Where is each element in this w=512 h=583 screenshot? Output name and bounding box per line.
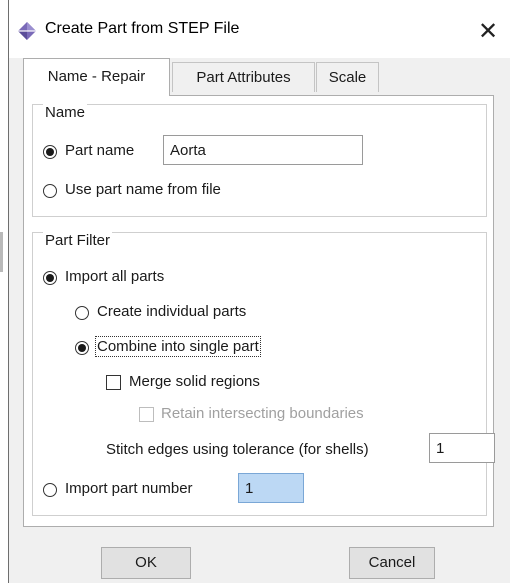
import-all-parts-radio[interactable] xyxy=(43,271,57,285)
background-edge-mark xyxy=(0,232,3,272)
abaqus-part-icon xyxy=(18,22,36,40)
retain-boundaries-checkbox[interactable] xyxy=(139,407,154,422)
combine-single-part-label: Combine into single part xyxy=(95,336,261,357)
import-part-number-label: Import part number xyxy=(65,480,193,497)
tab-part-attributes[interactable]: Part Attributes xyxy=(172,62,315,92)
retain-boundaries-label: Retain intersecting boundaries xyxy=(161,405,364,422)
stitch-edges-label: Stitch edges using tolerance (for shells… xyxy=(106,441,369,458)
combine-single-part-radio[interactable] xyxy=(75,341,89,355)
close-icon[interactable]: ✕ xyxy=(471,14,505,48)
cancel-button[interactable]: Cancel xyxy=(349,547,435,579)
name-group-title: Name xyxy=(43,104,88,121)
create-individual-parts-radio[interactable] xyxy=(75,306,89,320)
use-file-name-label: Use part name from file xyxy=(65,181,221,198)
title-bar[interactable]: Create Part from STEP File ✕ xyxy=(9,0,510,58)
part-filter-group-title: Part Filter xyxy=(43,232,113,249)
tab-scale[interactable]: Scale xyxy=(316,62,379,92)
import-all-parts-label: Import all parts xyxy=(65,268,165,285)
use-file-name-radio[interactable] xyxy=(43,184,57,198)
window-title: Create Part from STEP File xyxy=(45,20,240,37)
ok-button[interactable]: OK xyxy=(101,547,191,579)
tab-panel: Name Part name Use part name from file P… xyxy=(23,95,495,527)
part-name-label: Part name xyxy=(65,142,135,159)
name-group: Name Part name Use part name from file xyxy=(32,104,487,217)
part-name-radio[interactable] xyxy=(43,145,57,159)
part-name-input[interactable] xyxy=(163,135,363,165)
background-window-edge xyxy=(0,0,8,583)
part-filter-group: Part Filter Import all parts Create indi… xyxy=(32,232,495,516)
merge-solid-regions-checkbox[interactable] xyxy=(106,375,121,390)
tab-name-repair[interactable]: Name - Repair xyxy=(23,58,170,96)
create-part-dialog: Create Part from STEP File ✕ Name - Repa… xyxy=(8,0,510,583)
create-individual-parts-label: Create individual parts xyxy=(97,303,247,320)
merge-solid-regions-label: Merge solid regions xyxy=(129,373,260,390)
stitch-tolerance-input[interactable] xyxy=(429,433,495,463)
import-part-number-input[interactable] xyxy=(238,473,304,503)
import-part-number-radio[interactable] xyxy=(43,483,57,497)
